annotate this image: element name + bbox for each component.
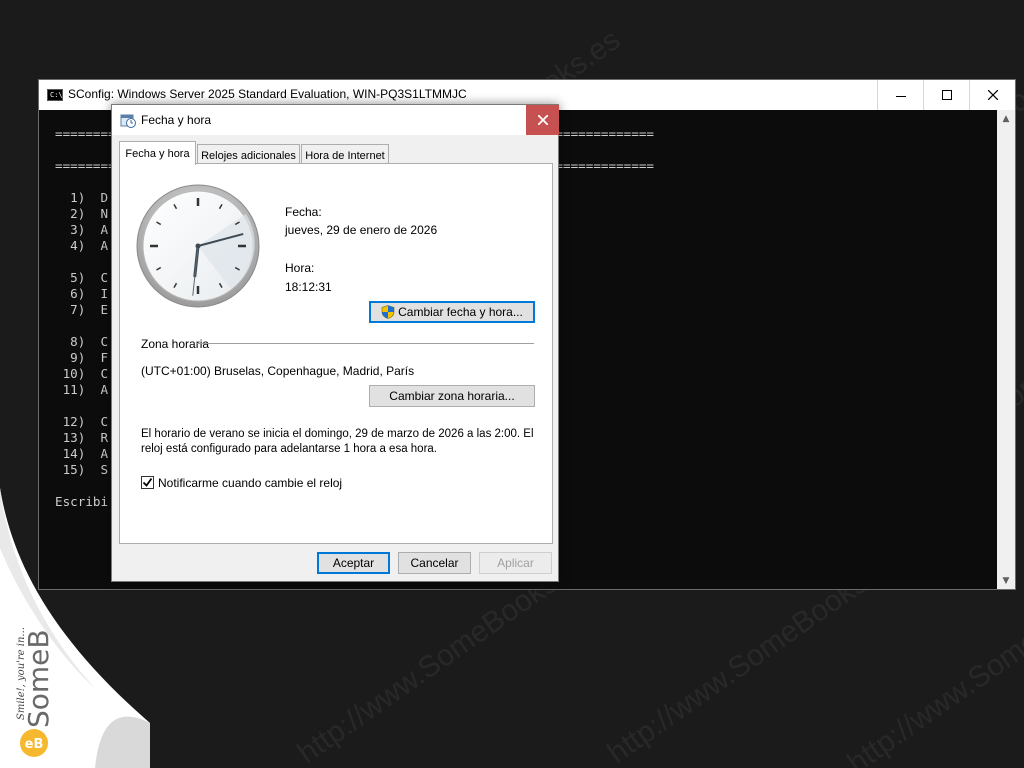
console-title: SConfig: Windows Server 2025 Standard Ev… <box>68 87 467 101</box>
console-line: 11) A <box>55 382 109 397</box>
timezone-value: (UTC+01:00) Bruselas, Copenhague, Madrid… <box>141 364 415 378</box>
change-timezone-label: Cambiar zona horaria... <box>389 389 515 403</box>
date-label: Fecha: <box>285 205 322 219</box>
console-line: 7) E <box>55 302 109 317</box>
console-line: 8) C <box>55 334 109 349</box>
dialog-close-button[interactable] <box>526 105 559 135</box>
maximize-button[interactable] <box>923 80 969 110</box>
console-line: 2) N <box>55 206 109 221</box>
cancel-button[interactable]: Cancelar <box>398 552 471 574</box>
brand-badge-text: eB <box>25 737 44 752</box>
dst-info-line-2: reloj está configurado para adelantarse … <box>141 443 438 455</box>
console-icon: C:\ <box>47 89 63 101</box>
console-line: 6) I <box>55 286 109 301</box>
scroll-down-arrow-icon[interactable]: ▼ <box>997 572 1015 589</box>
maximize-icon <box>941 90 952 100</box>
console-scrollbar[interactable]: ▲ ▼ <box>997 110 1015 589</box>
console-line: 14) A <box>55 446 109 461</box>
console-line: 3) A <box>55 222 109 237</box>
console-line: 15) S <box>55 462 109 477</box>
console-line: 10) C <box>55 366 109 381</box>
console-line: 4) A <box>55 238 109 253</box>
dst-info-line-1: El horario de verano se inicia el doming… <box>141 428 534 440</box>
change-date-time-label: Cambiar fecha y hora... <box>398 305 523 319</box>
analog-clock <box>136 184 260 308</box>
dialog-titlebar[interactable]: Fecha y hora <box>112 105 559 135</box>
console-line: 12) C <box>55 414 109 429</box>
console-line: 13) R <box>55 430 109 445</box>
console-close-button[interactable] <box>969 80 1015 110</box>
change-timezone-button[interactable]: Cambiar zona horaria... <box>369 385 535 407</box>
change-date-time-button[interactable]: Cambiar fecha y hora... <box>369 301 535 323</box>
uac-shield-icon <box>381 305 395 319</box>
notify-checkbox-label[interactable]: Notificarme cuando cambie el reloj <box>158 476 342 490</box>
close-icon <box>987 90 998 100</box>
scroll-up-arrow-icon[interactable]: ▲ <box>997 110 1015 127</box>
minimize-icon <box>895 96 906 97</box>
date-time-dialog[interactable]: Fecha y hora Fecha y hora Relojes adicio… <box>111 104 559 582</box>
console-line: 5) C <box>55 270 109 285</box>
date-value: jueves, 29 de enero de 2026 <box>285 223 438 237</box>
apply-button: Aplicar <box>479 552 552 574</box>
time-label: Hora: <box>285 261 315 275</box>
section-divider <box>196 343 534 344</box>
minimize-button[interactable] <box>877 80 923 110</box>
time-value: 18:12:31 <box>285 280 332 294</box>
console-line: 9) F <box>55 350 109 365</box>
tab-panel-fecha-y-hora: Fecha: jueves, 29 de enero de 2026 Hora:… <box>119 163 553 544</box>
brand-tagline: Smile!, you're in... <box>16 627 27 720</box>
dialog-title: Fecha y hora <box>141 113 212 127</box>
ok-button[interactable]: Aceptar <box>317 552 390 574</box>
timezone-section-title: Zona horaria <box>141 337 210 351</box>
close-icon <box>537 115 548 125</box>
somebooks-page-curl-logo: eB SomeB Smile!, you're in... <box>0 488 150 768</box>
date-time-icon <box>120 114 136 128</box>
tab-fecha-y-hora[interactable]: Fecha y hora <box>119 141 196 165</box>
checkmark-icon <box>142 477 153 487</box>
